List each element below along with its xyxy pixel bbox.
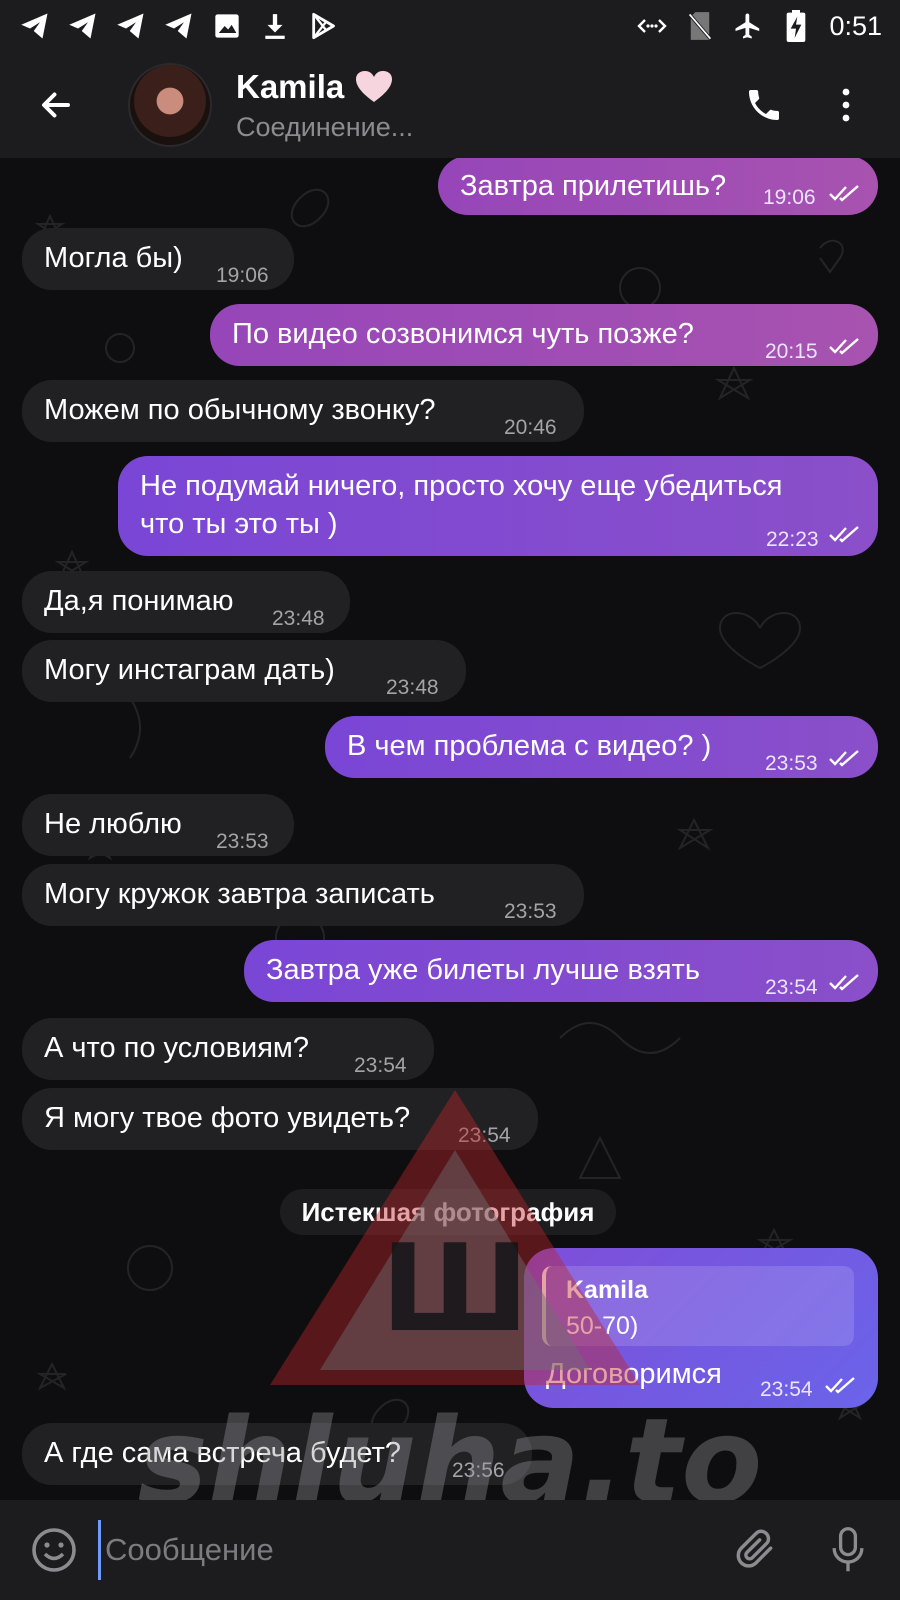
message-time: 20:15 [765, 340, 818, 363]
message-time: 23:56 [452, 1459, 505, 1482]
telegram-icon [68, 11, 98, 41]
message-incoming[interactable]: А что по условиям? 23:54 [22, 1018, 434, 1080]
telegram-icon [164, 11, 194, 41]
telegram-icon [116, 11, 146, 41]
message-incoming[interactable]: Я могу твое фото увидеть? 23:54 [22, 1088, 538, 1150]
message-input[interactable] [98, 1520, 698, 1580]
message-text-line-1: Не подумай ничего, просто хочу еще убеди… [140, 470, 783, 502]
message-text: А где сама встреча будет? [44, 1437, 401, 1469]
message-text: Могу инстаграм дать) [44, 654, 335, 686]
header-actions [740, 81, 870, 129]
chat-title-block[interactable]: Kamila Соединение... [236, 68, 413, 143]
message-text: В чем проблема с видео? ) [347, 730, 712, 762]
message-outgoing[interactable]: Завтра уже билеты лучше взять 23:54 [244, 940, 878, 1002]
message-input-bar [0, 1500, 900, 1600]
phone-icon [749, 90, 779, 120]
message-time: 19:06 [216, 264, 269, 287]
chat-title: Kamila [236, 67, 345, 105]
play-store-icon [308, 11, 338, 41]
message-outgoing[interactable]: Не подумай ничего, просто хочу еще убеди… [118, 456, 878, 556]
message-incoming[interactable]: Можем по обычному звонку? 20:46 [22, 380, 584, 442]
connection-status: Соединение... [236, 111, 414, 142]
message-time: 23:54 [458, 1124, 511, 1147]
chat-area[interactable]: Завтра прилетишь? 19:06 Могла бы) 19:06 … [0, 158, 900, 1500]
message-text: Завтра уже билеты лучше взять [266, 954, 700, 986]
message-text: Договоримся [546, 1358, 722, 1390]
arrow-left-icon [42, 92, 70, 118]
emoji-button[interactable] [26, 1522, 82, 1578]
message-time: 19:06 [763, 186, 816, 209]
airplane-icon [733, 11, 763, 41]
status-bar: 0:51 [0, 0, 900, 52]
status-left-icons [20, 11, 338, 41]
service-message: Истекшая фотография [280, 1189, 616, 1235]
message-incoming[interactable]: Да,я понимаю 23:48 [22, 571, 350, 633]
back-button[interactable] [26, 75, 86, 135]
message-text: По видео созвонимся чуть позже? [232, 318, 694, 350]
message-incoming[interactable]: Могу инстаграм дать) 23:48 [22, 640, 466, 702]
message-text: Можем по обычному звонку? [44, 394, 436, 426]
message-text: Могу кружок завтра записать [44, 878, 435, 910]
message-outgoing[interactable]: В чем проблема с видео? ) 23:53 [325, 716, 878, 778]
more-button[interactable] [822, 81, 870, 129]
chat-header: Kamila Соединение... [0, 52, 900, 158]
attach-button[interactable] [728, 1522, 784, 1578]
message-time: 22:23 [766, 528, 819, 551]
emoji-icon [32, 1528, 76, 1572]
message-outgoing[interactable]: По видео созвонимся чуть позже? 20:15 [210, 304, 878, 366]
clock: 0:51 [829, 10, 882, 41]
double-check-icon [829, 338, 859, 355]
reply-text: 50-70) [566, 1312, 639, 1340]
message-time: 23:54 [765, 976, 818, 999]
message-time: 23:48 [272, 607, 325, 630]
more-vert-icon [842, 88, 850, 122]
message-outgoing[interactable]: Завтра прилетишь? 19:06 [438, 158, 878, 215]
message-text: Могла бы) [44, 242, 183, 274]
telegram-icon [20, 11, 50, 41]
message-incoming[interactable]: А где сама встреча будет? 23:56 [22, 1423, 532, 1485]
message-text: Да,я понимаю [44, 585, 234, 617]
double-check-icon [829, 750, 859, 767]
double-check-icon [825, 1377, 855, 1394]
no-sim-icon [685, 11, 715, 41]
double-check-icon [829, 974, 859, 991]
microphone-icon [832, 1527, 864, 1572]
message-time: 23:53 [765, 752, 818, 775]
double-check-icon [829, 526, 859, 543]
status-right-icons: 0:51 [637, 10, 882, 42]
reply-quote[interactable]: Kamila 50-70) [542, 1266, 854, 1346]
image-icon [212, 11, 242, 41]
download-icon [260, 11, 290, 41]
heart-icon [356, 70, 393, 102]
battery-charging-icon [781, 10, 811, 42]
double-check-icon [829, 185, 859, 202]
message-time: 23:53 [216, 830, 269, 853]
message-time: 23:53 [504, 900, 557, 923]
message-incoming[interactable]: Могла бы) 19:06 [22, 228, 294, 290]
voice-button[interactable] [820, 1522, 876, 1578]
message-time: 23:48 [386, 676, 439, 699]
message-text-line-2: что ты это ты ) [140, 508, 338, 540]
avatar[interactable] [128, 63, 212, 147]
message-text: А что по условиям? [44, 1032, 309, 1064]
message-incoming[interactable]: Могу кружок завтра записать 23:53 [22, 864, 584, 926]
message-time: 20:46 [504, 416, 557, 439]
reply-author: Kamila [566, 1276, 648, 1304]
message-incoming[interactable]: Не люблю 23:53 [22, 794, 294, 856]
call-button[interactable] [740, 81, 788, 129]
message-time: 23:54 [760, 1378, 813, 1401]
data-arrows-icon [637, 11, 668, 41]
message-outgoing-reply[interactable]: Kamila 50-70) Договоримся 23:54 [524, 1248, 878, 1408]
message-text: Не люблю [44, 808, 182, 840]
message-text: Завтра прилетишь? [460, 170, 727, 202]
message-time: 23:54 [354, 1054, 407, 1077]
paperclip-icon [736, 1529, 773, 1568]
message-text: Я могу твое фото увидеть? [44, 1102, 411, 1134]
